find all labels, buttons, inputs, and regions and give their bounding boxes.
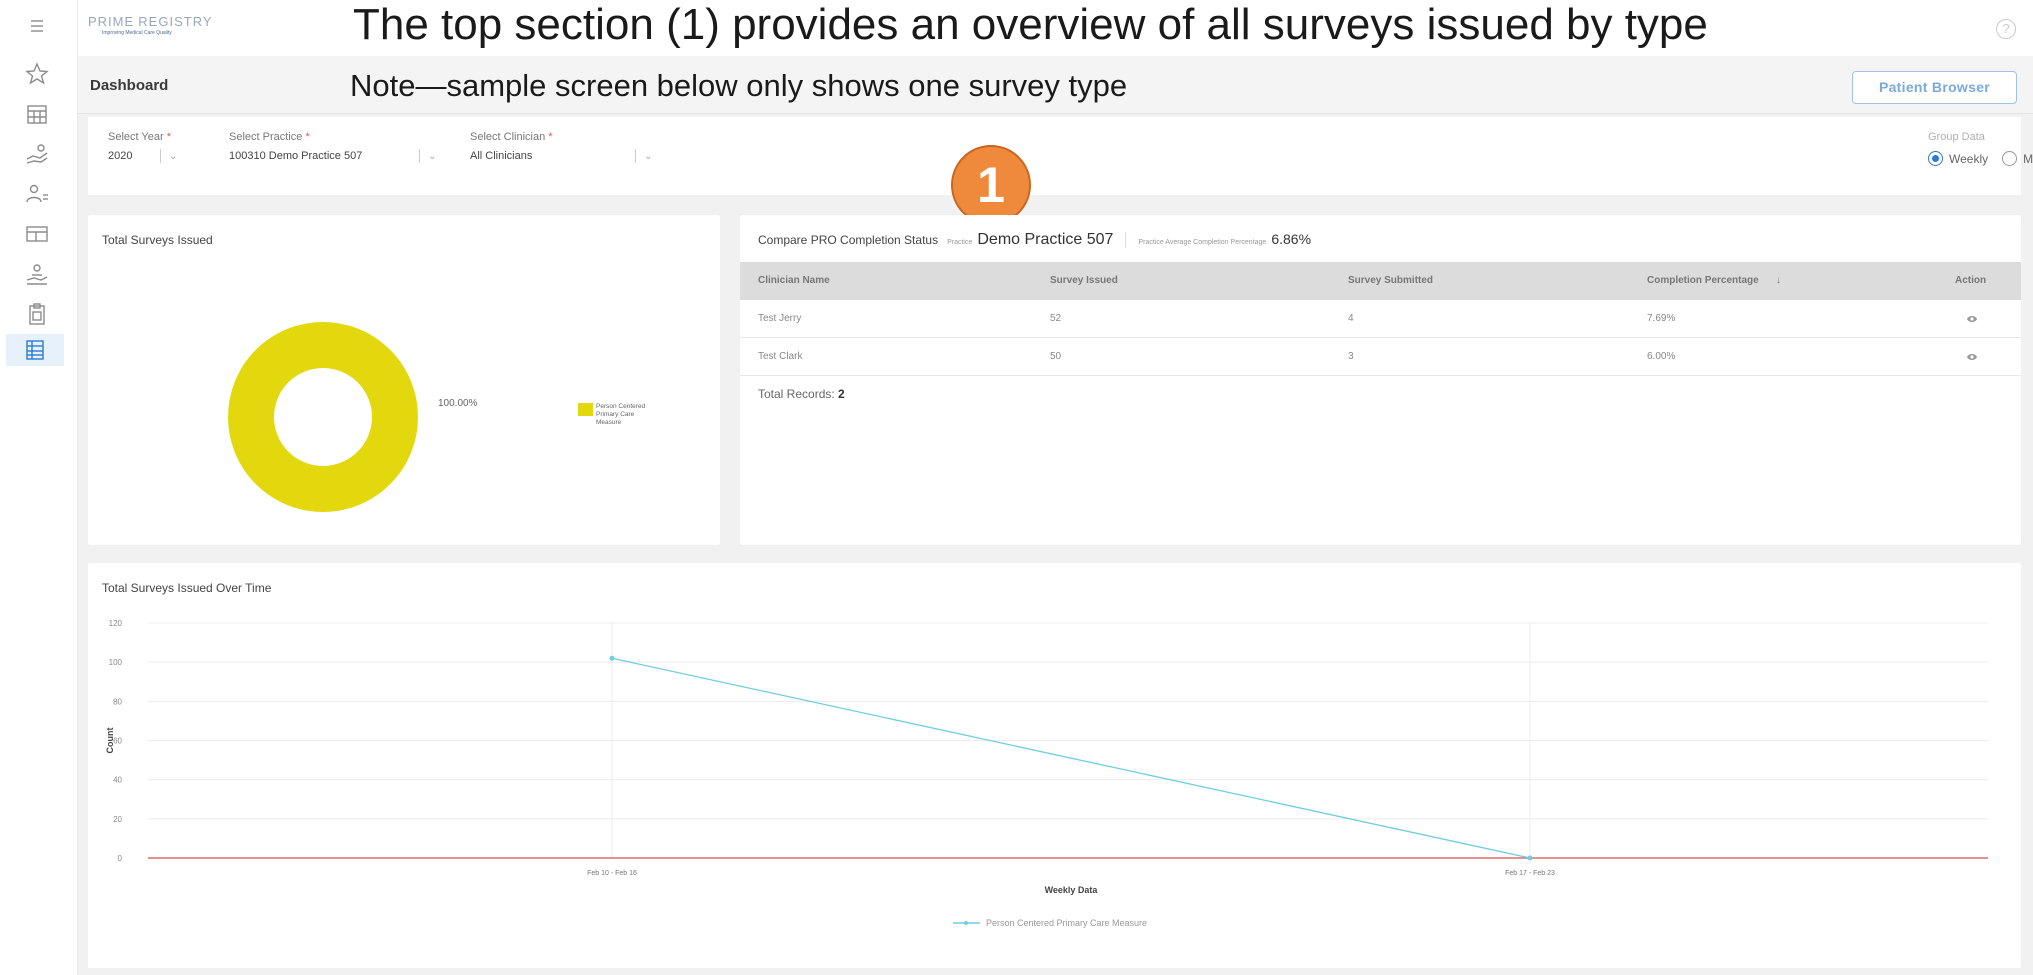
donut-chart [228,322,418,512]
survey-submitted: 3 [1348,351,1354,362]
surveys-over-time-card: Total Surveys Issued Over Time 0 20 40 60 80… [88,563,2021,968]
year-label: Select Year [108,131,164,143]
survey-submitted: 4 [1348,313,1354,324]
x-tick-label: Feb 10 - Feb 16 [587,870,637,877]
legend-label: Person Centered Primary Care Measure [596,403,646,426]
avg-completion-label: Practice Average Completion Percentage [1138,239,1267,246]
group-data: Group Data Weekly Monthly [1928,131,2033,166]
annotation-note: Note—sample screen below only shows one … [350,68,1128,103]
logo-registry: REGISTRY [138,14,213,29]
col-clinician-name[interactable]: Clinician Name [758,262,830,300]
year-value: 2020 [108,150,133,162]
completion-percentage: 7.69% [1647,313,1676,324]
legend-swatch [578,403,593,416]
legend-label[interactable]: Person Centered Primary Care Measure [986,918,1147,928]
completion-status-card: Compare PRO Completion Status Practice D… [740,215,2021,545]
clinician-name: Test Jerry [758,313,802,324]
hand-person-icon[interactable] [20,258,54,290]
donut-legend[interactable]: Person Centered Primary Care Measure [578,403,650,427]
eye-icon[interactable] [1966,351,1978,363]
eye-icon[interactable] [1966,313,1978,325]
y-axis-label: Count [105,728,115,754]
practice-value: 100310 Demo Practice 507 [229,150,363,162]
card-title: Compare PRO Completion Status [758,233,939,247]
annotation-badge: 1 [951,145,1031,225]
series-line[interactable] [611,657,1531,859]
y-tick-label: 20 [113,815,122,824]
legend-marker [964,921,968,925]
users-icon[interactable] [20,178,54,210]
y-tick-label: 80 [113,697,122,706]
chevron-down-icon[interactable]: ⌄ [428,151,436,162]
total-records: Total Records: 2 [758,387,845,401]
year-select[interactable]: Select Year * 2020 ⌄ [108,131,177,163]
practice-select[interactable]: Select Practice * 100310 Demo Practice 5… [229,131,436,163]
clinician-value: All Clinicians [470,150,533,162]
clinician-table: Clinician Name Survey Issued Survey Subm… [740,262,2021,376]
star-icon[interactable] [20,58,54,90]
y-tick-label: 0 [118,854,123,863]
total-surveys-card: Total Surveys Issued 100.00% Person Cent… [88,215,720,545]
card-title: Total Surveys Issued [102,233,213,247]
col-completion-percentage[interactable]: Completion Percentage [1647,262,1759,300]
clinician-label: Select Clinician [470,131,546,143]
card-icon[interactable] [20,218,54,250]
annotation-title: The top section (1) provides an overview… [353,0,1708,49]
survey-issued: 50 [1050,351,1062,362]
total-records-value: 2 [838,387,845,401]
chevron-down-icon[interactable]: ⌄ [169,151,177,162]
group-data-label: Group Data [1928,131,1985,143]
filter-panel: Select Year * 2020 ⌄ Select Practice * 1… [88,117,2033,195]
patient-browser-button[interactable]: Patient Browser [1852,71,2017,104]
x-axis-label: Weekly Data [1045,885,1099,895]
data-point[interactable] [609,655,615,661]
y-tick-label: 120 [109,619,123,628]
clipboard-icon[interactable] [20,298,54,330]
data-point[interactable] [1527,855,1533,861]
help-icon[interactable]: ? [1996,19,2016,39]
calendar-icon[interactable] [20,98,54,130]
col-action: Action [1955,275,1987,286]
avg-completion-value: 6.86% [1271,231,1312,247]
page-title: Dashboard [90,77,169,94]
clinician-name: Test Clark [758,351,803,362]
table-row[interactable]: Test Jerry 52 4 7.69% [740,300,2021,338]
practice-value: Demo Practice 507 [977,231,1114,248]
donut-slice[interactable] [228,322,418,512]
sort-arrow-icon[interactable]: ↓ [1776,262,1781,300]
clinician-select[interactable]: Select Clinician * All Clinicians ⌄ [470,131,652,163]
col-survey-submitted[interactable]: Survey Submitted [1348,262,1433,300]
logo-tagline: Improving Medical Care Quality [102,30,172,36]
practice-label: Practice [947,239,973,246]
table-header: Clinician Name Survey Issued Survey Subm… [740,262,2021,300]
weekly-radio[interactable] [1928,151,1943,166]
hand-money-icon[interactable] [20,138,54,170]
table-row[interactable]: Test Clark 50 3 6.00% [740,338,2021,376]
monthly-radio[interactable] [2002,151,2018,166]
monthly-label[interactable]: Monthly [2023,152,2033,166]
y-tick-label: 40 [113,776,122,785]
survey-issued: 52 [1050,313,1062,324]
x-tick-label: Feb 17 - Feb 23 [1505,870,1555,877]
list-icon[interactable] [6,334,64,366]
sidebar [0,0,78,975]
logo-prime: PRIME [88,14,135,29]
y-tick-label: 100 [109,658,123,667]
app-logo[interactable]: PRIME REGISTRY Improving Medical Care Qu… [88,14,213,36]
completion-percentage: 6.00% [1647,351,1676,362]
weekly-label[interactable]: Weekly [1949,152,1988,166]
chevron-down-icon[interactable]: ⌄ [644,151,652,162]
menu-icon[interactable] [20,10,54,42]
line-chart: 020406080100120Feb 10 - Feb 16 Feb 17 - F… [105,619,1988,928]
total-records-label: Total Records: [758,387,835,401]
practice-label: Select Practice [229,131,303,143]
col-survey-issued[interactable]: Survey Issued [1050,262,1118,300]
donut-percent-label: 100.00% [438,398,478,409]
